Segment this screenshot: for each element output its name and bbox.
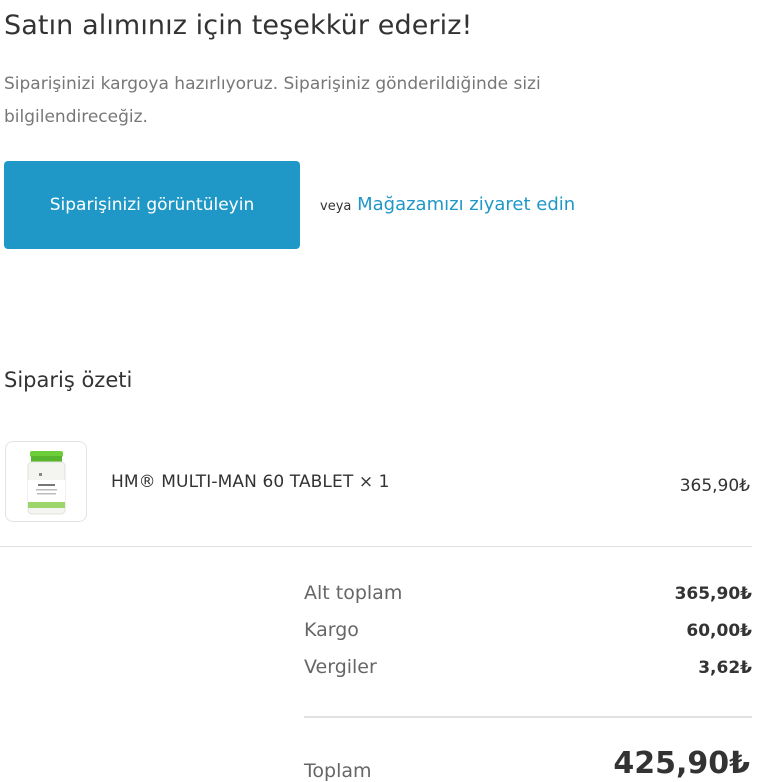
shipping-label: Kargo (304, 619, 359, 641)
taxes-row: Vergiler 3,62₺ (304, 656, 752, 693)
order-confirmation-page: Satın alımınız için teşekkür ederiz! Sip… (0, 0, 768, 782)
page-title: Satın alımınız için teşekkür ederiz! (4, 10, 473, 41)
product-thumbnail (5, 441, 87, 522)
subtotal-label: Alt toplam (304, 582, 403, 604)
visit-store-link[interactable]: Mağazamızı ziyaret edin (357, 194, 575, 215)
total-value: 425,90₺ (613, 746, 750, 781)
subtotal-row: Alt toplam 365,90₺ (304, 582, 752, 619)
product-name: HM® MULTI-MAN 60 TABLET × 1 (111, 472, 390, 492)
total-label: Toplam (304, 760, 372, 782)
view-order-button[interactable]: Siparişinizi görüntüleyin (4, 161, 300, 249)
shipping-row: Kargo 60,00₺ (304, 619, 752, 656)
taxes-label: Vergiler (304, 656, 377, 678)
subtotal-value: 365,90₺ (674, 584, 752, 604)
totals-table: Alt toplam 365,90₺ Kargo 60,00₺ Vergiler… (304, 582, 752, 693)
supplement-bottle-icon (27, 451, 66, 515)
taxes-value: 3,62₺ (698, 658, 752, 678)
product-price: 365,90₺ (679, 476, 750, 496)
order-summary-heading: Sipariş özeti (4, 368, 133, 392)
confirmation-message: Siparişinizi kargoya hazırlıyoruz. Sipar… (4, 74, 541, 127)
secondary-action: veya Mağazamızı ziyaret edin (320, 192, 575, 220)
or-text: veya (320, 199, 352, 214)
shipping-value: 60,00₺ (686, 621, 752, 641)
totals-divider (304, 716, 752, 718)
summary-divider (0, 546, 752, 547)
